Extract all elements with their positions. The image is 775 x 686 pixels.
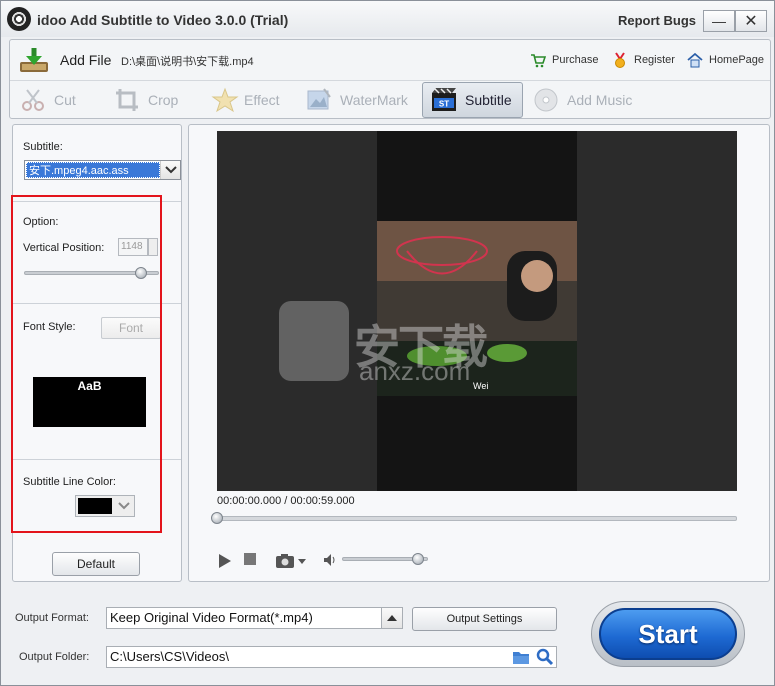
add-file-button[interactable]: Add File xyxy=(18,46,111,74)
tab-watermark-label: WaterMark xyxy=(340,92,408,108)
output-folder-label: Output Folder: xyxy=(19,651,90,663)
tab-subtitle-label: Subtitle xyxy=(465,92,512,108)
output-format-label: Output Format: xyxy=(15,612,89,624)
subtitle-select-value: 安下.mpeg4.aac.ass xyxy=(26,162,160,178)
vertical-position-label: Vertical Position: xyxy=(23,242,105,254)
chevron-down-icon[interactable] xyxy=(160,161,180,179)
volume-icon[interactable] xyxy=(323,553,337,567)
tab-subtitle[interactable]: ST Subtitle xyxy=(422,82,523,118)
file-path: D:\桌面\说明书\安下载.mp4 xyxy=(121,56,254,68)
film-reel-icon xyxy=(7,7,31,31)
seek-bar[interactable] xyxy=(217,516,737,521)
disc-icon xyxy=(533,87,559,113)
seek-bar-thumb[interactable] xyxy=(211,512,223,524)
register-link[interactable]: Register xyxy=(612,52,675,68)
section-divider xyxy=(13,303,181,304)
subtitle-select[interactable]: 安下.mpeg4.aac.ass xyxy=(24,160,181,180)
vertical-position-spinner[interactable] xyxy=(148,238,158,256)
start-button[interactable]: Start xyxy=(599,608,737,660)
timecode: 00:00:00.000 / 00:00:59.000 xyxy=(217,495,355,507)
homepage-label: HomePage xyxy=(709,54,765,66)
crop-icon xyxy=(114,87,140,113)
line-color-picker[interactable] xyxy=(75,495,135,517)
title-bar: idoo Add Subtitle to Video 3.0.0 (Trial)… xyxy=(1,1,774,37)
purchase-label: Purchase xyxy=(552,54,599,66)
output-settings-button[interactable]: Output Settings xyxy=(412,607,557,631)
app-window: idoo Add Subtitle to Video 3.0.0 (Trial)… xyxy=(0,0,775,686)
font-preview: AaB xyxy=(33,377,146,427)
font-button[interactable]: Font xyxy=(101,317,161,339)
vertical-position-input[interactable]: 1148 xyxy=(118,238,148,256)
subtitle-options-panel: Subtitle: 安下.mpeg4.aac.ass Option: Verti… xyxy=(12,124,182,582)
tab-watermark[interactable]: WaterMark xyxy=(306,82,408,118)
tab-effect-label: Effect xyxy=(244,92,280,108)
home-icon xyxy=(687,52,703,68)
svg-text:ST: ST xyxy=(439,100,449,109)
folder-icon[interactable] xyxy=(512,649,530,665)
vertical-position-slider-thumb[interactable] xyxy=(134,267,147,279)
register-label: Register xyxy=(634,54,675,66)
search-icon[interactable] xyxy=(536,648,554,666)
toolbar-panel: Add File D:\桌面\说明书\安下载.mp4 Purchase Regi… xyxy=(9,39,771,119)
default-button[interactable]: Default xyxy=(52,552,140,576)
watermark-icon xyxy=(306,87,332,113)
section-divider xyxy=(13,201,181,202)
add-file-label: Add File xyxy=(60,52,112,68)
minimize-button[interactable]: — xyxy=(703,10,735,32)
watermark-subtext: anxz.com xyxy=(359,356,471,386)
font-style-label: Font Style: xyxy=(23,321,76,333)
tab-crop[interactable]: Crop xyxy=(114,82,178,118)
line-color-swatch xyxy=(78,498,112,514)
section-divider xyxy=(13,459,181,460)
report-bugs-link[interactable]: Report Bugs xyxy=(618,13,696,28)
preview-panel: Wei 安下载 anxz.com 00:00:00.000 / 00:00:59… xyxy=(188,124,770,582)
output-bar: Output Format: Keep Original Video Forma… xyxy=(1,591,774,686)
tab-crop-label: Crop xyxy=(148,92,179,108)
output-format-select[interactable]: Keep Original Video Format(*.mp4) xyxy=(106,607,382,629)
star-icon xyxy=(210,87,239,113)
close-button[interactable]: ✕ xyxy=(735,10,767,32)
subtitle-line-color-label: Subtitle Line Color: xyxy=(23,476,116,488)
volume-slider-thumb[interactable] xyxy=(412,553,425,565)
play-button[interactable] xyxy=(217,553,233,569)
window-title: idoo Add Subtitle to Video 3.0.0 (Trial) xyxy=(37,12,289,28)
purchase-link[interactable]: Purchase xyxy=(530,52,598,68)
option-label: Option: xyxy=(23,216,59,228)
subtitle-label: Subtitle: xyxy=(23,141,63,153)
chevron-up-icon[interactable] xyxy=(381,607,403,629)
tab-add-music-label: Add Music xyxy=(567,92,633,108)
toolbar-divider xyxy=(10,80,770,81)
snapshot-button[interactable] xyxy=(275,553,307,569)
subtitle-overlay: Wei xyxy=(473,381,489,391)
video-preview[interactable]: Wei 安下载 anxz.com xyxy=(217,131,737,491)
add-file-icon xyxy=(18,46,50,74)
cart-icon xyxy=(530,52,547,68)
stop-button[interactable] xyxy=(243,553,257,565)
output-folder-input[interactable]: C:\Users\CS\Videos\ xyxy=(106,646,557,668)
tab-cut[interactable]: Cut xyxy=(20,82,76,118)
tab-add-music[interactable]: Add Music xyxy=(533,82,632,118)
homepage-link[interactable]: HomePage xyxy=(687,52,764,68)
subtitle-icon: ST xyxy=(431,87,457,113)
medal-icon xyxy=(612,52,628,68)
watermark-shield-icon xyxy=(279,301,349,381)
tab-cut-label: Cut xyxy=(54,92,76,108)
tab-effect[interactable]: Effect xyxy=(210,82,280,118)
scissors-icon xyxy=(20,87,46,113)
chevron-down-icon xyxy=(115,497,133,515)
